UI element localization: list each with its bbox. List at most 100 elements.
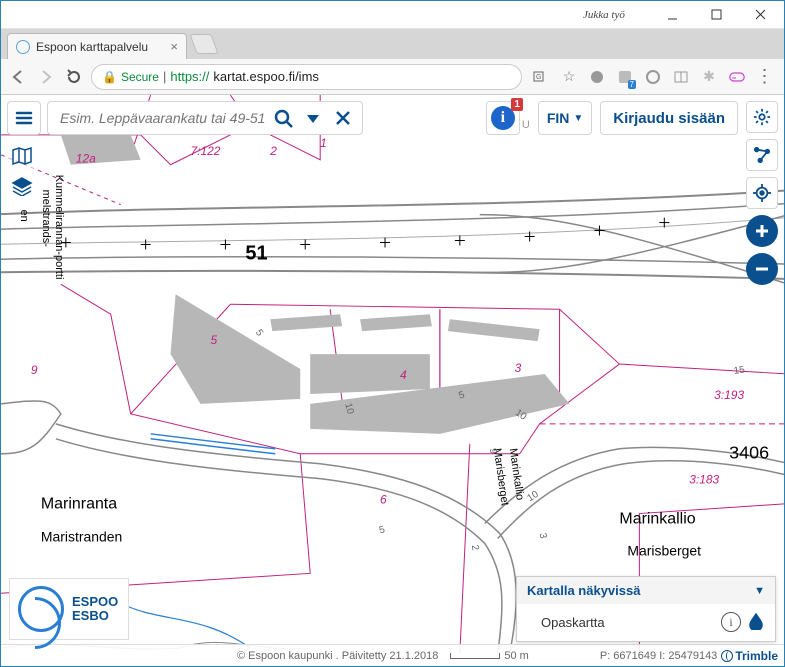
new-tab-button[interactable] bbox=[189, 34, 218, 54]
translate-ext-icon[interactable]: G bbox=[532, 68, 550, 86]
measure-button[interactable] bbox=[746, 139, 778, 171]
nav-back-button[interactable] bbox=[7, 66, 29, 88]
search-input[interactable] bbox=[58, 109, 268, 127]
search-button[interactable] bbox=[268, 103, 298, 133]
login-label: Kirjaudu sisään bbox=[613, 110, 725, 127]
minimize-icon bbox=[667, 9, 678, 20]
menu-button[interactable] bbox=[7, 101, 41, 135]
scale-bar-icon bbox=[450, 653, 500, 659]
svg-text:Marisberget: Marisberget bbox=[491, 448, 511, 507]
svg-text:5: 5 bbox=[210, 333, 217, 347]
minus-icon bbox=[753, 260, 771, 278]
ext-badge: 7 bbox=[628, 80, 636, 89]
measure-icon bbox=[753, 146, 771, 164]
zoom-out-button[interactable] bbox=[746, 253, 778, 285]
search-box bbox=[47, 101, 363, 135]
layers-panel-title: Kartalla näkyvissä bbox=[527, 583, 640, 598]
layer-opacity-button[interactable] bbox=[747, 612, 765, 633]
nav-forward-button[interactable] bbox=[35, 66, 57, 88]
app-viewport: 51 12a 2 1 7:122 5 4 3 6 9 5 10 5 10 5 2… bbox=[1, 95, 784, 666]
ext-icon-3[interactable] bbox=[644, 68, 662, 86]
info-button[interactable]: i 1 bbox=[486, 101, 520, 135]
svg-text:2: 2 bbox=[469, 544, 481, 552]
window-titlebar: Jukka työ bbox=[1, 1, 784, 29]
tab-close-button[interactable]: × bbox=[170, 39, 178, 54]
close-icon bbox=[755, 9, 766, 20]
window-maximize-button[interactable] bbox=[694, 1, 738, 29]
ext-icon-6[interactable]: ∞ bbox=[728, 68, 746, 86]
droplet-icon bbox=[747, 612, 765, 630]
layers-panel-header[interactable]: Kartalla näkyvissä ▼ bbox=[517, 577, 775, 604]
url-text: kartat.espoo.fi/ims bbox=[213, 69, 319, 84]
search-dropdown-button[interactable] bbox=[298, 103, 328, 133]
logo-line1: ESPOO bbox=[72, 595, 118, 609]
status-bar: © Espoon kaupunki . Päivitetty 21.1.2018… bbox=[1, 644, 784, 666]
address-bar[interactable]: 🔒 Secure | https://kartat.espoo.fi/ims bbox=[91, 64, 522, 90]
app-left-controls bbox=[7, 101, 363, 135]
layers-stack-button[interactable] bbox=[7, 173, 37, 199]
left-tool-column bbox=[7, 143, 37, 199]
arrow-right-icon bbox=[38, 69, 54, 85]
language-dropdown[interactable]: FIN ▼ bbox=[538, 101, 592, 135]
svg-text:∞: ∞ bbox=[732, 75, 736, 81]
nav-reload-button[interactable] bbox=[63, 66, 85, 88]
svg-text:Kummelirannan-portti: Kummelirannan-portti bbox=[53, 175, 65, 280]
svg-text:Maristranden: Maristranden bbox=[41, 528, 122, 544]
svg-text:6: 6 bbox=[380, 493, 387, 507]
browser-tab[interactable]: Espoon karttapalvelu × bbox=[7, 33, 187, 59]
ext-icon-5[interactable]: ✱ bbox=[700, 68, 718, 86]
browser-menu-button[interactable]: ⋮ bbox=[756, 68, 774, 86]
secure-label: Secure bbox=[121, 70, 159, 84]
arrow-left-icon bbox=[10, 69, 26, 85]
login-button[interactable]: Kirjaudu sisään bbox=[600, 101, 738, 135]
svg-text:3:183: 3:183 bbox=[689, 473, 719, 487]
addr-sep: | bbox=[163, 69, 166, 84]
espoo-logo: ESPOO ESBO bbox=[9, 578, 129, 640]
locate-button[interactable] bbox=[746, 177, 778, 209]
layer-row[interactable]: Opaskartta i bbox=[517, 604, 775, 641]
layer-info-button[interactable]: i bbox=[721, 612, 741, 632]
status-coords: P: 6671649 I: 25479143 bbox=[600, 650, 717, 662]
status-copyright: © Espoon kaupunki . Päivitetty 21.1.2018 bbox=[237, 650, 438, 662]
svg-text:Marinranta: Marinranta bbox=[41, 496, 117, 513]
search-clear-button[interactable] bbox=[328, 103, 358, 133]
extension-icons: G ☆ 7 ✱ ∞ ⋮ bbox=[528, 68, 778, 86]
ext-icon-1[interactable] bbox=[588, 68, 606, 86]
maximize-icon bbox=[711, 9, 722, 20]
star-bookmark-button[interactable]: ☆ bbox=[560, 68, 578, 86]
chevron-down-icon bbox=[303, 108, 323, 128]
svg-text:en: en bbox=[18, 210, 30, 222]
svg-text:3: 3 bbox=[537, 532, 549, 540]
svg-text:9: 9 bbox=[31, 363, 38, 377]
chevron-down-icon: ▼ bbox=[754, 585, 765, 597]
ext-icon-4[interactable] bbox=[672, 68, 690, 86]
u-hint: U bbox=[522, 119, 530, 131]
layers-mapview-button[interactable] bbox=[7, 143, 37, 169]
tab-favicon bbox=[16, 40, 30, 54]
window-user-label: Jukka työ bbox=[583, 9, 625, 21]
plus-icon bbox=[753, 222, 771, 240]
svg-text:2: 2 bbox=[269, 144, 277, 158]
map-road-number: 51 bbox=[245, 242, 267, 264]
gear-icon bbox=[753, 108, 771, 126]
map-fold-icon bbox=[11, 146, 33, 166]
ext-icon-2[interactable]: 7 bbox=[616, 68, 634, 86]
svg-text:3: 3 bbox=[515, 361, 522, 375]
layer-name: Opaskartta bbox=[541, 615, 605, 630]
layers-icon bbox=[11, 176, 33, 196]
settings-button[interactable] bbox=[746, 101, 778, 133]
layers-panel: Kartalla näkyvissä ▼ Opaskartta i bbox=[516, 576, 776, 642]
espoo-logo-icon bbox=[18, 586, 64, 632]
svg-text:15: 15 bbox=[733, 364, 746, 376]
window-close-button[interactable] bbox=[738, 1, 782, 29]
lock-icon: 🔒 bbox=[102, 70, 117, 84]
svg-text:G: G bbox=[536, 74, 541, 81]
window-minimize-button[interactable] bbox=[650, 1, 694, 29]
right-tool-column bbox=[746, 101, 778, 285]
app-right-controls: i 1 U FIN ▼ Kirjaudu sisään bbox=[486, 101, 738, 135]
svg-text:7:122: 7:122 bbox=[191, 144, 221, 158]
zoom-in-button[interactable] bbox=[746, 215, 778, 247]
svg-text:Marisberget: Marisberget bbox=[627, 542, 701, 558]
svg-text:10: 10 bbox=[525, 489, 541, 504]
svg-text:3:193: 3:193 bbox=[714, 388, 744, 402]
